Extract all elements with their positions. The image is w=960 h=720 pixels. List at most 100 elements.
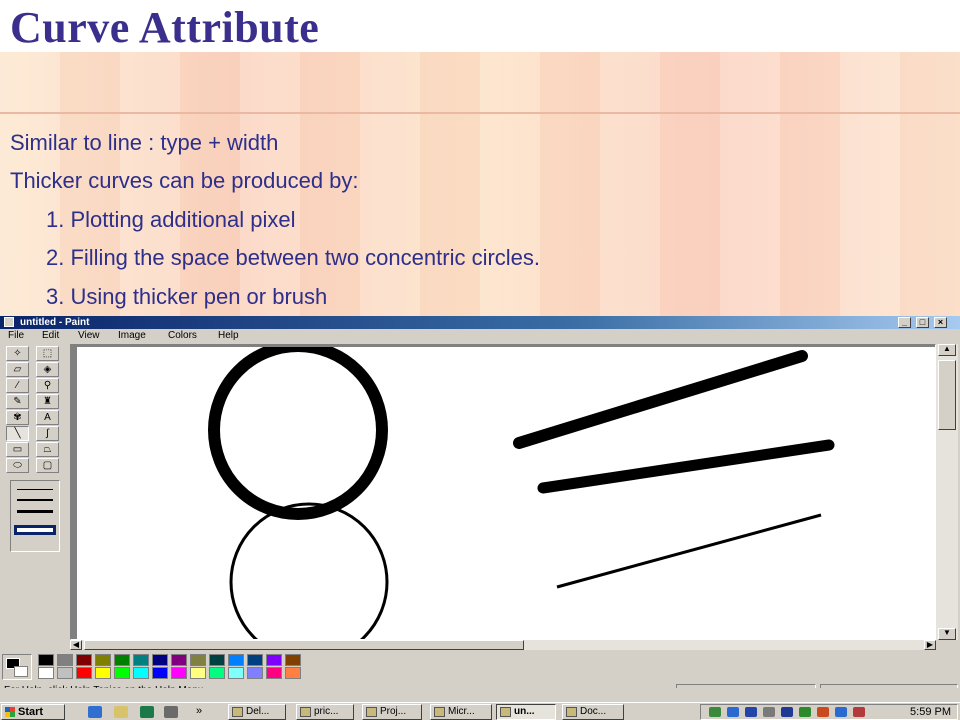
thick-circle bbox=[208, 340, 388, 520]
magnifier-tool-icon[interactable]: ⚲ bbox=[36, 378, 59, 393]
tray-icon-1[interactable] bbox=[709, 707, 721, 717]
palette-swatch[interactable] bbox=[190, 667, 206, 679]
free-select-tool-icon[interactable]: ✧ bbox=[6, 346, 29, 361]
palette-swatch[interactable] bbox=[57, 667, 73, 679]
task-icon bbox=[366, 707, 377, 717]
palette-swatch[interactable] bbox=[57, 654, 73, 666]
tray-icon-6[interactable] bbox=[799, 707, 811, 717]
width-option-3[interactable] bbox=[17, 510, 53, 513]
tray-icon-3[interactable] bbox=[745, 707, 757, 717]
sub-bullet-2: 2. Filling the space between two concent… bbox=[46, 245, 541, 270]
quick-launch-icon-4[interactable] bbox=[164, 706, 178, 718]
palette-swatch[interactable] bbox=[266, 654, 282, 666]
restore-button[interactable]: □ bbox=[916, 317, 929, 328]
task-button-2[interactable]: pric... bbox=[296, 704, 354, 720]
palette-swatch[interactable] bbox=[38, 654, 54, 666]
palette-swatch[interactable] bbox=[247, 667, 263, 679]
palette-swatch[interactable] bbox=[171, 654, 187, 666]
palette-swatch[interactable] bbox=[133, 654, 149, 666]
vertical-scrollbar[interactable]: ▲ ▼ bbox=[936, 344, 958, 640]
tray-icon-9[interactable] bbox=[853, 707, 865, 717]
tray-icon-2[interactable] bbox=[727, 707, 739, 717]
quick-launch-chevron-icon[interactable]: » bbox=[196, 703, 202, 719]
vertical-scroll-thumb[interactable] bbox=[938, 360, 956, 430]
palette-swatch[interactable] bbox=[95, 654, 111, 666]
color-picker-tool-icon[interactable]: ⁄ bbox=[6, 378, 29, 393]
palette-swatch[interactable] bbox=[285, 667, 301, 679]
curve-tool-icon[interactable]: ∫ bbox=[36, 426, 59, 441]
palette-swatch[interactable] bbox=[76, 667, 92, 679]
line-tool-icon[interactable]: ╲ bbox=[6, 426, 29, 441]
eraser-tool-icon[interactable]: ▱ bbox=[6, 362, 29, 377]
palette-swatch[interactable] bbox=[133, 667, 149, 679]
polygon-tool-icon[interactable]: ⏢ bbox=[36, 442, 59, 457]
current-colors[interactable] bbox=[2, 654, 32, 680]
fill-tool-icon[interactable]: ◈ bbox=[36, 362, 59, 377]
ellipse-tool-icon[interactable]: ⬭ bbox=[6, 458, 29, 473]
close-button[interactable]: × bbox=[934, 317, 947, 328]
horizontal-scroll-thumb[interactable] bbox=[84, 640, 524, 650]
width-option-4-selected[interactable] bbox=[14, 525, 56, 535]
scroll-up-icon[interactable]: ▲ bbox=[938, 344, 956, 356]
menu-file[interactable]: File bbox=[8, 329, 24, 343]
menu-colors[interactable]: Colors bbox=[168, 329, 197, 343]
palette-swatch[interactable] bbox=[247, 654, 263, 666]
palette-swatch[interactable] bbox=[152, 654, 168, 666]
task-button-5-active[interactable]: un... bbox=[496, 704, 556, 720]
width-option-2[interactable] bbox=[17, 499, 53, 501]
airbrush-tool-icon[interactable]: ✾ bbox=[6, 410, 29, 425]
quick-launch-icon-3[interactable] bbox=[140, 706, 154, 718]
rounded-rect-tool-icon[interactable]: ▢ bbox=[36, 458, 59, 473]
palette-swatch[interactable] bbox=[209, 654, 225, 666]
outlook-icon[interactable] bbox=[114, 706, 128, 718]
palette-swatch[interactable] bbox=[266, 667, 282, 679]
scroll-left-icon[interactable]: ◀ bbox=[70, 640, 82, 650]
window-title: untitled - Paint bbox=[20, 317, 90, 328]
tray-icon-4[interactable] bbox=[763, 707, 775, 717]
scroll-right-icon[interactable]: ▶ bbox=[924, 640, 936, 650]
menu-image[interactable]: Image bbox=[118, 329, 146, 343]
palette-swatch[interactable] bbox=[38, 667, 54, 679]
menu-help[interactable]: Help bbox=[218, 329, 239, 343]
paint-app-icon[interactable] bbox=[4, 317, 14, 327]
menu-edit[interactable]: Edit bbox=[42, 329, 59, 343]
palette-swatch[interactable] bbox=[190, 654, 206, 666]
palette-swatch[interactable] bbox=[95, 667, 111, 679]
background-color[interactable] bbox=[14, 666, 28, 677]
task-button-6[interactable]: Doc... bbox=[562, 704, 624, 720]
task-button-1[interactable]: Del... bbox=[228, 704, 286, 720]
paint-titlebar[interactable]: untitled - Paint _ □ × bbox=[0, 316, 960, 329]
task-label: Doc... bbox=[580, 706, 607, 717]
tray-icon-5[interactable] bbox=[781, 707, 793, 717]
palette-swatch[interactable] bbox=[285, 654, 301, 666]
palette-swatch[interactable] bbox=[171, 667, 187, 679]
palette-swatch[interactable] bbox=[152, 667, 168, 679]
task-button-3[interactable]: Proj... bbox=[362, 704, 422, 720]
palette-swatch[interactable] bbox=[114, 667, 130, 679]
minimize-button[interactable]: _ bbox=[898, 317, 911, 328]
palette-swatch[interactable] bbox=[228, 654, 244, 666]
scroll-down-icon[interactable]: ▼ bbox=[938, 628, 956, 640]
start-button[interactable]: Start bbox=[1, 704, 65, 720]
palette-swatch[interactable] bbox=[228, 667, 244, 679]
text-tool-icon[interactable]: A bbox=[36, 410, 59, 425]
palette-swatch[interactable] bbox=[209, 667, 225, 679]
internet-explorer-icon[interactable] bbox=[88, 706, 102, 718]
rectangle-tool-icon[interactable]: ▭ bbox=[6, 442, 29, 457]
horizontal-scrollbar[interactable]: ◀ ▶ bbox=[70, 640, 936, 650]
pencil-tool-icon[interactable]: ✎ bbox=[6, 394, 29, 409]
rect-select-tool-icon[interactable]: ⬚ bbox=[36, 346, 59, 361]
width-option-1[interactable] bbox=[17, 489, 53, 490]
clock[interactable]: 5:59 PM bbox=[910, 705, 951, 719]
brush-tool-icon[interactable]: ♜ bbox=[36, 394, 59, 409]
menu-view[interactable]: View bbox=[78, 329, 100, 343]
tray-icon-8[interactable] bbox=[835, 707, 847, 717]
tray-icon-7[interactable] bbox=[817, 707, 829, 717]
palette-swatch[interactable] bbox=[76, 654, 92, 666]
task-button-4[interactable]: Micr... bbox=[430, 704, 492, 720]
task-icon bbox=[232, 707, 243, 717]
palette-swatch[interactable] bbox=[114, 654, 130, 666]
task-icon bbox=[500, 707, 511, 717]
canvas-drawing bbox=[208, 340, 835, 662]
drawing-canvas[interactable] bbox=[77, 340, 937, 662]
